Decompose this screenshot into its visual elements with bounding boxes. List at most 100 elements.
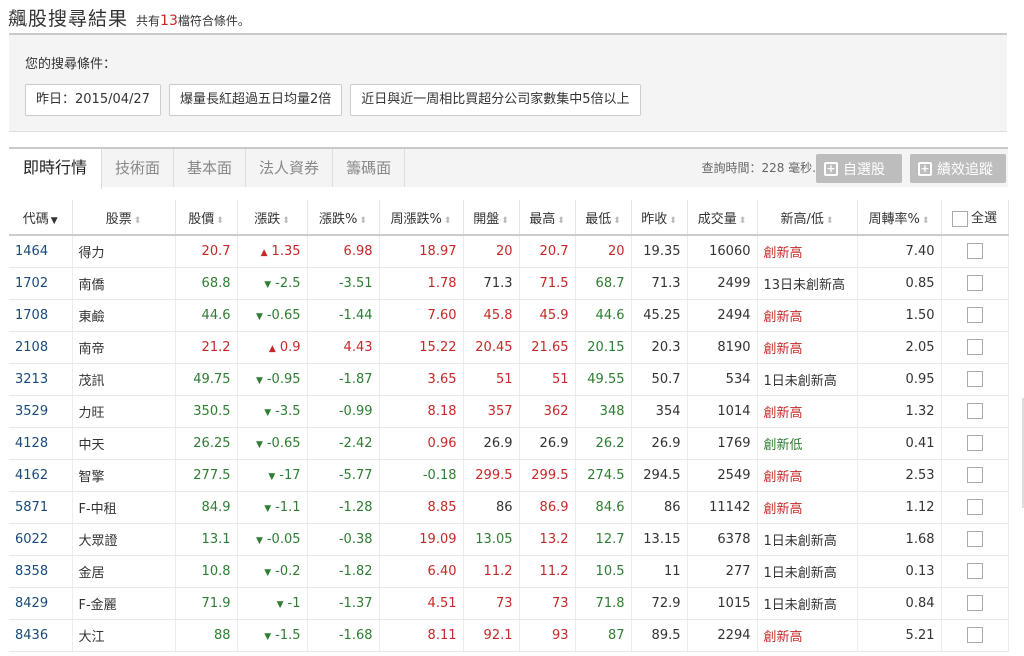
col-header-prev-close[interactable]: 昨收 ⬍: [631, 200, 688, 236]
table-row[interactable]: 2108 南帝 21.2 ▲ 0.9 4.43 15.22 20.45 21.65 20.15 20…: [9, 331, 1009, 364]
col-header-open[interactable]: 開盤 ⬍: [463, 200, 520, 236]
cell-code[interactable]: 1702: [9, 267, 73, 300]
sort-icon: ⬍: [921, 215, 930, 226]
table-row[interactable]: 4128 中天 26.25 ▼ -0.65 -2.42 0.96 26.9 26.9 26.2 26…: [9, 427, 1009, 460]
cell-code[interactable]: 3529: [9, 395, 73, 428]
col-header-code[interactable]: 代碼 ▼: [9, 200, 73, 236]
cell-low: 20.15: [575, 331, 632, 364]
condition-chip-volume[interactable]: 爆量長紅超過五日均量2倍: [168, 84, 343, 116]
cell-open: 92.1: [463, 619, 520, 652]
cell-stock-name[interactable]: 大眾證: [72, 523, 176, 556]
col-header-high-low[interactable]: 新高/低 ⬍: [757, 200, 858, 236]
col-header-high[interactable]: 最高 ⬍: [519, 200, 576, 236]
condition-chip-broker[interactable]: 近日與近一周相比買超分公司家數集中5倍以上: [350, 84, 641, 116]
page-title: 飆股搜尋結果: [8, 8, 129, 30]
tab-institutional[interactable]: 法人資券: [246, 149, 334, 187]
cell-stock-name[interactable]: 南僑: [72, 267, 176, 300]
table-row[interactable]: 8358 金居 10.8 ▼ -0.2 -1.82 6.40 11.2 11.2 10.5 11 27…: [9, 555, 1009, 588]
table-row[interactable]: 8429 F-金麗 71.9 ▼ -1 -1.37 4.51 73 73 71.8 72.9 1015…: [9, 587, 1009, 620]
cell-stock-name[interactable]: 金居: [72, 555, 176, 588]
cell-stock-name[interactable]: 東鹼: [72, 299, 176, 332]
row-checkbox[interactable]: [966, 563, 983, 579]
cell-turnover: 0.41: [857, 427, 942, 460]
cell-change-value: -17: [279, 467, 301, 483]
row-checkbox[interactable]: [966, 403, 983, 419]
cell-code[interactable]: 4128: [9, 427, 73, 460]
cell-change-value: -0.05: [266, 531, 301, 547]
cell-code[interactable]: 1464: [9, 235, 73, 268]
col-header-change-pct[interactable]: 漲跌% ⬍: [307, 200, 380, 236]
col-header-turnover[interactable]: 周轉率% ⬍: [857, 200, 942, 236]
search-conditions-label: 您的搜尋條件：: [25, 57, 117, 72]
cell-code[interactable]: 5871: [9, 491, 73, 524]
cell-high-low: 創新高: [757, 331, 858, 364]
cell-code[interactable]: 4162: [9, 459, 73, 492]
table-row[interactable]: 1708 東鹼 44.6 ▼ -0.65 -1.44 7.60 45.8 45.9 44.6 45.…: [9, 299, 1009, 332]
cell-price: 49.75: [175, 363, 238, 396]
tab-chips[interactable]: 籌碼面: [333, 149, 406, 187]
cell-low: 44.6: [575, 299, 632, 332]
cell-stock-name[interactable]: 中天: [72, 427, 176, 460]
row-checkbox[interactable]: [966, 339, 983, 355]
cell-change-pct: -3.51: [307, 267, 380, 300]
cell-code[interactable]: 8436: [9, 619, 73, 652]
cell-high: 362: [519, 395, 576, 428]
row-checkbox[interactable]: [966, 627, 983, 643]
cell-code[interactable]: 2108: [9, 331, 73, 364]
cell-high-low: 創新高: [757, 235, 858, 268]
table-row[interactable]: 3529 力旺 350.5 ▼ -3.5 -0.99 8.18 357 362 348 354 101…: [9, 395, 1009, 428]
table-row[interactable]: 1464 得力 20.7 ▲ 1.35 6.98 18.97 20 20.7 20 19.35 160…: [9, 235, 1009, 268]
tab-bar: 即時行情 技術面 基本面 法人資券 籌碼面 查詢時間：228 毫秒. + 自選股…: [9, 147, 1008, 189]
col-header-stock[interactable]: 股票 ⬍: [72, 200, 176, 236]
col-header-price[interactable]: 股價 ⬍: [175, 200, 238, 236]
select-all-checkbox[interactable]: [951, 210, 968, 227]
cell-stock-name[interactable]: 大江: [72, 619, 176, 652]
cell-code[interactable]: 3213: [9, 363, 73, 396]
table-row[interactable]: 3213 茂訊 49.75 ▼ -0.95 -1.87 3.65 51 51 49.55 50.7 5…: [9, 363, 1009, 396]
cell-volume: 2499: [687, 267, 758, 300]
table-row[interactable]: 4162 智擎 277.5 ▼ -17 -5.77 -0.18 299.5 299.5 274.5…: [9, 459, 1009, 492]
add-favorite-button[interactable]: + 自選股: [816, 154, 902, 183]
tab-fundamental[interactable]: 基本面: [174, 149, 247, 187]
performance-tracking-button[interactable]: + 績效追蹤: [910, 154, 1006, 183]
cell-week-change-pct: 8.11: [379, 619, 464, 652]
row-checkbox[interactable]: [966, 435, 983, 451]
cell-code[interactable]: 1708: [9, 299, 73, 332]
row-checkbox[interactable]: [966, 467, 983, 483]
table-row[interactable]: 5871 F-中租 84.9 ▼ -1.1 -1.28 8.85 86 86.9 84.6 86 11…: [9, 491, 1009, 524]
row-checkbox[interactable]: [966, 595, 983, 611]
table-row[interactable]: 6022 大眾證 13.1 ▼ -0.05 -0.38 19.09 13.05 13.2 12.7…: [9, 523, 1009, 556]
condition-chip-date[interactable]: 昨日：2015/04/27: [25, 84, 161, 116]
tab-technical[interactable]: 技術面: [102, 149, 175, 187]
tab-realtime[interactable]: 即時行情: [9, 149, 103, 189]
row-checkbox[interactable]: [966, 499, 983, 515]
cell-stock-name[interactable]: 智擎: [72, 459, 176, 492]
cell-stock-name[interactable]: F-中租: [72, 491, 176, 524]
table-row[interactable]: 1702 南僑 68.8 ▼ -2.5 -3.51 1.78 71.3 71.5 68.7 71.3…: [9, 267, 1009, 300]
cell-stock-name[interactable]: 南帝: [72, 331, 176, 364]
cell-stock-name[interactable]: F-金麗: [72, 587, 176, 620]
cell-stock-name[interactable]: 茂訊: [72, 363, 176, 396]
col-header-change[interactable]: 漲跌 ⬍: [237, 200, 308, 236]
col-header-volume[interactable]: 成交量 ⬍: [687, 200, 758, 236]
col-header-select-all[interactable]: 全選: [941, 200, 1009, 236]
table-row[interactable]: 8436 大江 88 ▼ -1.5 -1.68 8.11 92.1 93 87 89.5 2294 創新…: [9, 619, 1009, 652]
cell-high-low: 1日未創新高: [757, 587, 858, 620]
cell-code[interactable]: 6022: [9, 523, 73, 556]
cell-prev-close: 13.15: [631, 523, 688, 556]
cell-stock-name[interactable]: 得力: [72, 235, 176, 268]
cell-volume: 1769: [687, 427, 758, 460]
col-header-week-change-pct[interactable]: 周漲跌% ⬍: [379, 200, 464, 236]
cell-high-low: 創新高: [757, 299, 858, 332]
cell-prev-close: 50.7: [631, 363, 688, 396]
cell-code[interactable]: 8429: [9, 587, 73, 620]
cell-stock-name[interactable]: 力旺: [72, 395, 176, 428]
row-checkbox[interactable]: [966, 275, 983, 291]
cell-high: 20.7: [519, 235, 576, 268]
row-checkbox[interactable]: [966, 531, 983, 547]
row-checkbox[interactable]: [966, 243, 983, 260]
col-header-low[interactable]: 最低 ⬍: [575, 200, 632, 236]
row-checkbox[interactable]: [966, 307, 983, 323]
cell-code[interactable]: 8358: [9, 555, 73, 588]
row-checkbox[interactable]: [966, 371, 983, 387]
